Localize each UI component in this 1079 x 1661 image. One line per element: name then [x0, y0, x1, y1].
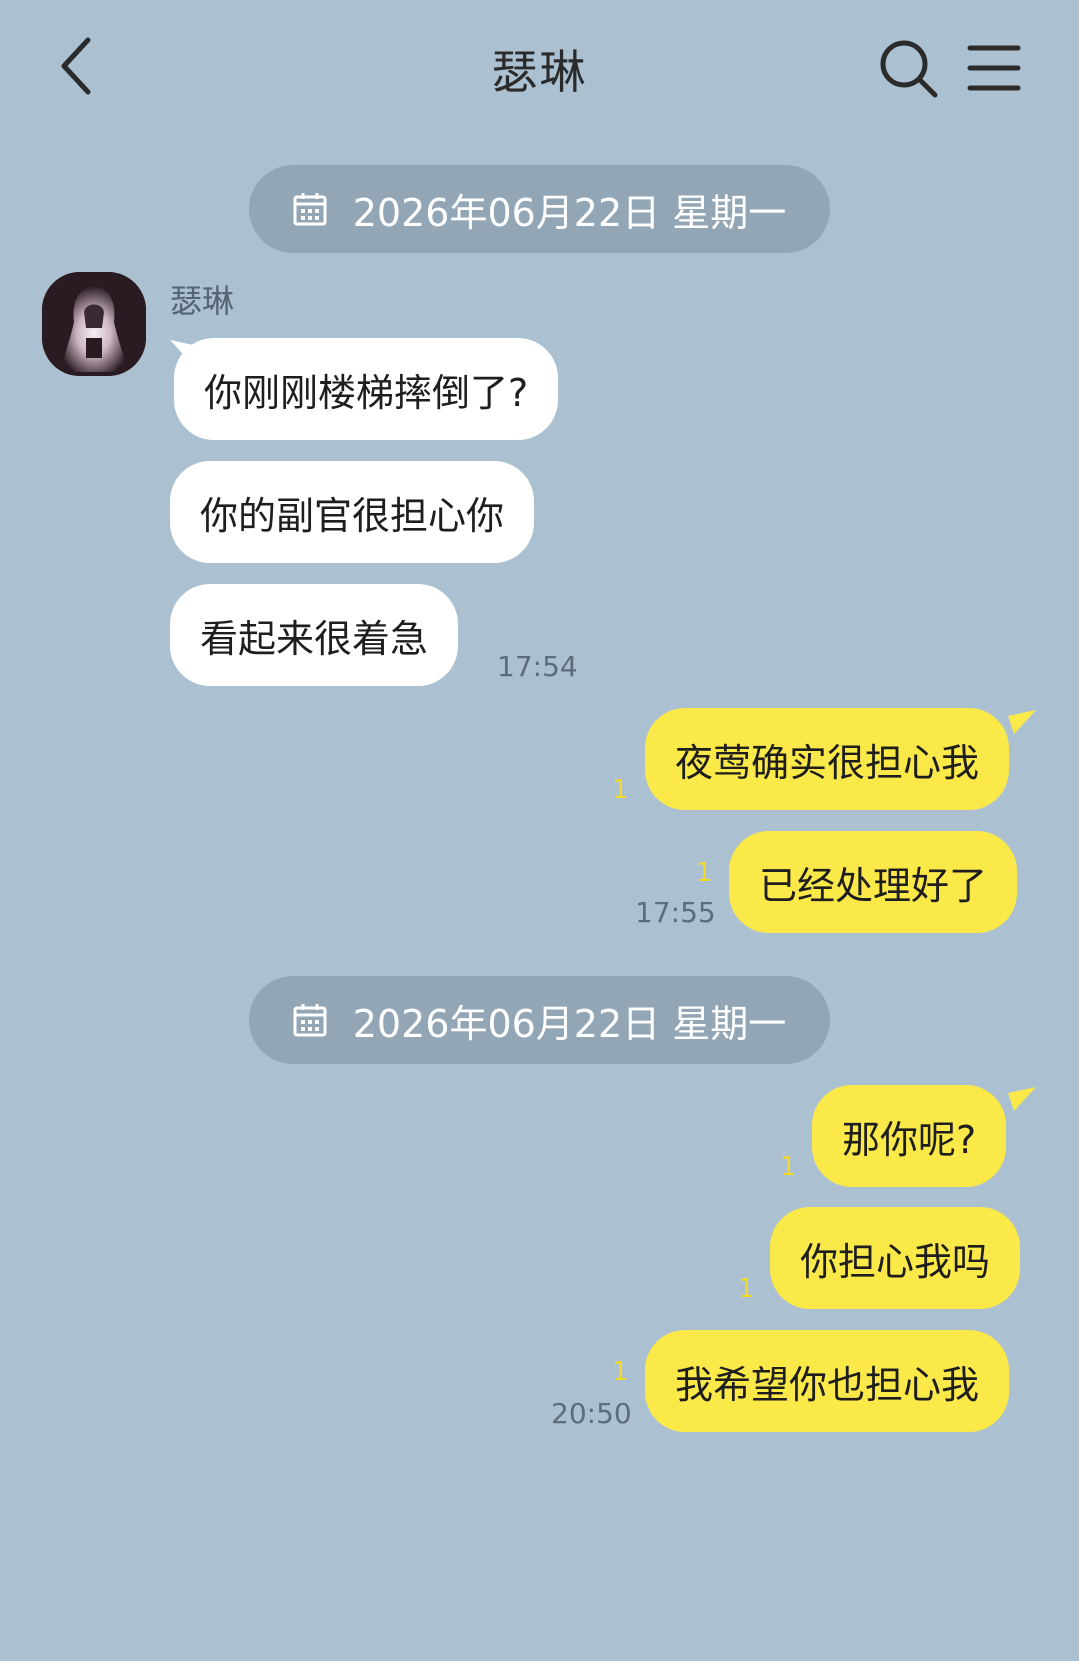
- chat-header: 瑟琳: [0, 0, 1079, 140]
- unread-counter: 1: [612, 775, 629, 805]
- character-avatar-image: [42, 272, 146, 376]
- avatar[interactable]: [42, 272, 146, 376]
- message-timestamp: 20:50: [551, 1397, 632, 1430]
- message-timestamp: 17:54: [497, 650, 578, 683]
- message-bubble-incoming[interactable]: 你的副官很担心你: [170, 461, 535, 563]
- message-bubble-incoming[interactable]: 看起来很着急: [170, 584, 459, 686]
- bubble-tail: [1008, 1087, 1036, 1111]
- message-bubble-outgoing[interactable]: 你担心我吗: [770, 1207, 1021, 1309]
- message-text: 已经处理好了: [759, 863, 988, 908]
- message-text: 你刚刚楼梯摔倒了?: [204, 370, 529, 415]
- message-bubble-outgoing[interactable]: 夜莺确实很担心我: [645, 708, 1010, 810]
- date-divider: 2026年06月22日 星期一: [249, 165, 830, 253]
- message-text: 夜莺确实很担心我: [675, 740, 980, 785]
- date-divider-label: 2026年06月22日 星期一: [352, 1001, 787, 1046]
- unread-counter: 1: [612, 1357, 629, 1387]
- calendar-icon: [293, 193, 327, 226]
- chat-screen: 瑟琳 2026年06月22日 星期一 瑟琳 你刚刚楼梯摔倒了? 你的副官很担心你…: [0, 0, 1079, 1661]
- bubble-tail: [1008, 710, 1036, 734]
- unread-counter: 1: [780, 1152, 797, 1182]
- message-text: 你担心我吗: [800, 1239, 991, 1284]
- message-bubble-outgoing[interactable]: 那你呢?: [812, 1085, 1007, 1187]
- message-text: 你的副官很担心你: [200, 493, 505, 538]
- search-button[interactable]: [878, 38, 940, 100]
- message-bubble-incoming[interactable]: 你刚刚楼梯摔倒了?: [174, 338, 559, 440]
- message-text: 那你呢?: [842, 1117, 977, 1162]
- date-divider-label: 2026年06月22日 星期一: [352, 190, 787, 235]
- unread-counter: 1: [696, 858, 713, 888]
- message-bubble-outgoing[interactable]: 我希望你也担心我: [645, 1330, 1010, 1432]
- search-icon: [880, 40, 938, 98]
- message-text: 我希望你也担心我: [675, 1362, 980, 1407]
- menu-icon: [967, 45, 1021, 91]
- menu-button[interactable]: [966, 40, 1026, 96]
- date-divider: 2026年06月22日 星期一: [249, 976, 830, 1064]
- unread-counter: 1: [738, 1274, 755, 1304]
- message-timestamp: 17:55: [635, 896, 716, 929]
- message-bubble-outgoing[interactable]: 已经处理好了: [729, 831, 1018, 933]
- calendar-icon: [293, 1004, 327, 1037]
- sender-name: 瑟琳: [170, 282, 235, 320]
- message-text: 看起来很着急: [200, 616, 429, 661]
